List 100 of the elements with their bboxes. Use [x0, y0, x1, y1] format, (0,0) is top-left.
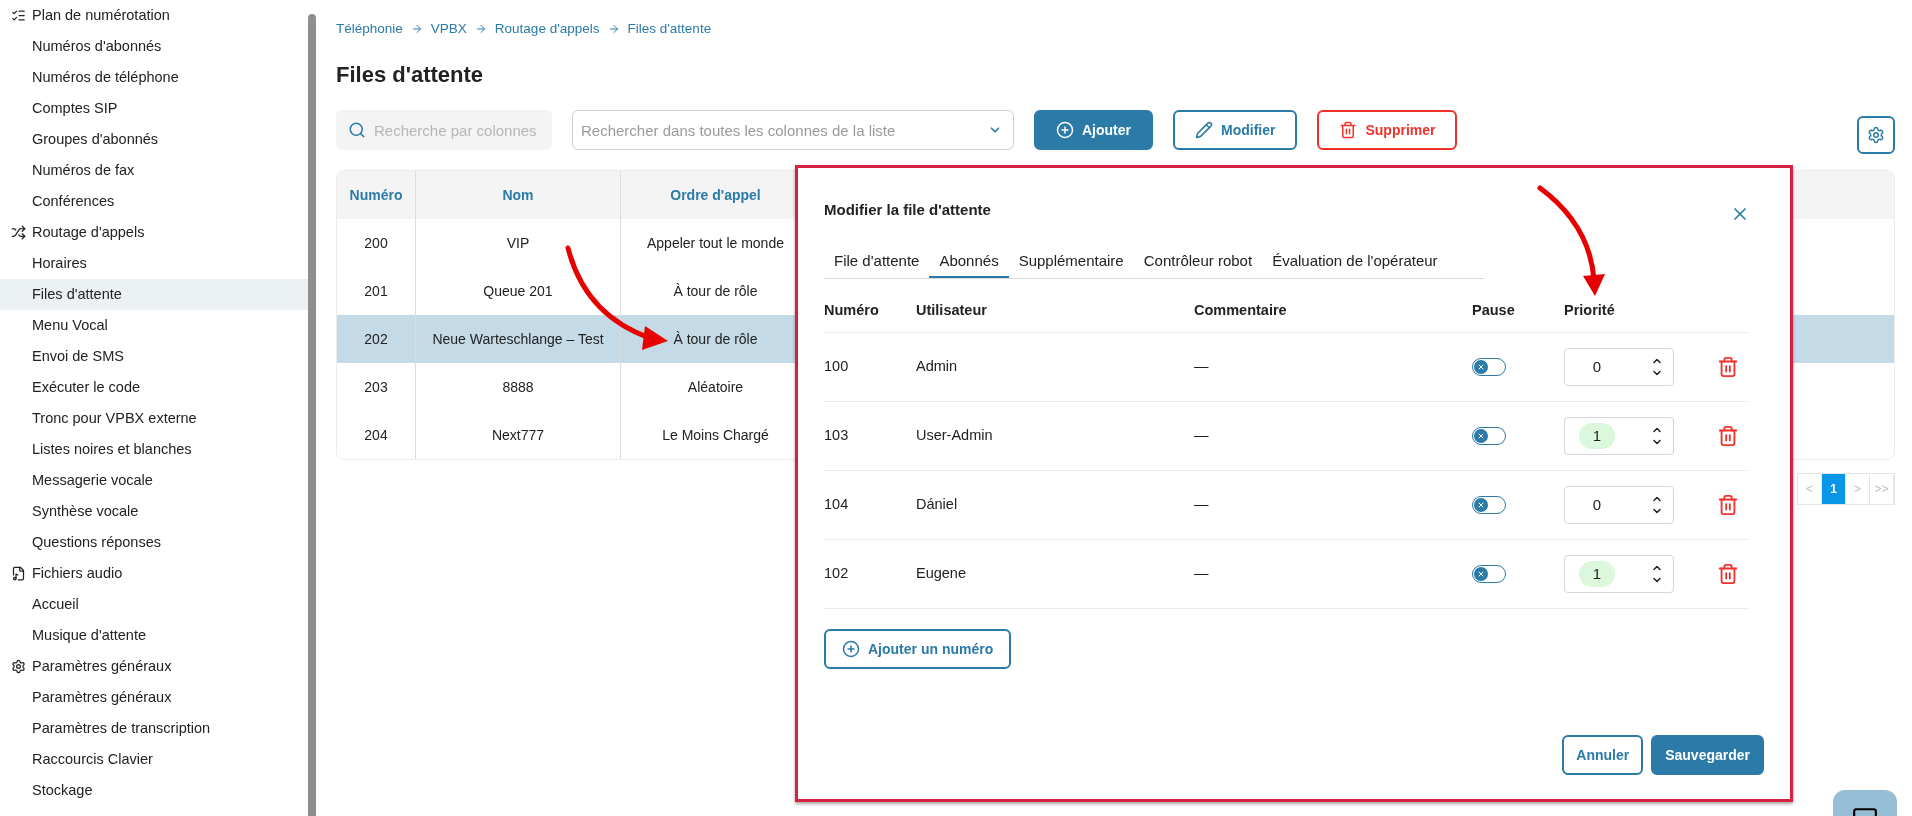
- user-cell-text: Admin: [916, 357, 959, 377]
- pause-toggle[interactable]: [1472, 358, 1506, 376]
- x-icon: [1477, 432, 1485, 440]
- search-icon: [348, 121, 366, 140]
- column-header: Utilisateur: [916, 300, 988, 320]
- x-icon: [1477, 501, 1485, 509]
- priority-value: 1: [1579, 561, 1615, 587]
- user-cell-text: Eugene: [916, 564, 967, 584]
- sidebar-item[interactable]: Conférences: [0, 186, 308, 217]
- settings-icon: [11, 659, 26, 674]
- column-header: Numéro: [824, 300, 880, 320]
- dialog-title: Modifier la file d'attente: [824, 199, 991, 220]
- column-header: Pause: [1472, 300, 1516, 320]
- x-icon: [1477, 570, 1485, 578]
- music-file-icon: [11, 566, 26, 581]
- column-header: Priorité: [1564, 300, 1616, 320]
- breadcrumb-link[interactable]: Téléphonie: [336, 19, 403, 40]
- priority-spinner[interactable]: 1: [1564, 555, 1674, 593]
- add-button[interactable]: Ajouter: [1034, 110, 1153, 151]
- table-cell: Next777: [416, 411, 621, 460]
- sidebar-item[interactable]: Numéros de fax: [0, 155, 308, 186]
- breadcrumb-link[interactable]: Files d'attente: [627, 19, 712, 40]
- sidebar-item[interactable]: Numéros d'abonnés: [0, 31, 308, 62]
- comment-cell-text: —: [1194, 357, 1210, 377]
- pause-toggle[interactable]: [1472, 427, 1506, 445]
- x-icon: [1477, 363, 1485, 371]
- dialog-tab[interactable]: File d'attente: [824, 246, 930, 278]
- settings-icon: [1867, 126, 1885, 145]
- number-cell-text: 104: [824, 495, 850, 515]
- sidebar-item[interactable]: Messagerie vocale: [0, 465, 308, 496]
- pencil-icon: [1195, 121, 1213, 140]
- arrow-right-icon: [410, 23, 423, 36]
- sidebar-item[interactable]: Paramètres de transcription: [0, 713, 308, 744]
- priority-spinner[interactable]: 0: [1564, 486, 1674, 524]
- sidebar-item[interactable]: Stockage: [0, 775, 308, 806]
- number-cell-text: 102: [824, 564, 850, 584]
- comment-cell-text: —: [1194, 426, 1210, 446]
- priority-spinner[interactable]: 1: [1564, 417, 1674, 455]
- delete-row-button[interactable]: [1717, 425, 1739, 447]
- sidebar-group-label[interactable]: Paramètres généraux: [32, 655, 172, 678]
- sidebar-item[interactable]: Musique d'attente: [0, 620, 308, 651]
- delete-button[interactable]: Supprimer: [1317, 110, 1458, 151]
- cancel-button[interactable]: Annuler: [1562, 735, 1644, 775]
- trash-icon: [1717, 494, 1739, 516]
- number-cell-text: 100: [824, 357, 850, 377]
- priority-value: 0: [1591, 494, 1603, 515]
- list-icon: [11, 8, 26, 23]
- settings-button[interactable]: [1857, 116, 1895, 155]
- dialog-tab[interactable]: Abonnés: [929, 246, 1009, 278]
- trash-icon: [1717, 563, 1739, 585]
- arrow-right-icon: [607, 23, 620, 36]
- user-cell-text: Dániel: [916, 495, 959, 515]
- sidebar-item[interactable]: Exécuter le code: [0, 372, 308, 403]
- priority-spinner[interactable]: 0: [1564, 348, 1674, 386]
- sidebar-item[interactable]: Accueil: [0, 589, 308, 620]
- edit-button[interactable]: Modifier: [1173, 110, 1298, 151]
- delete-row-button[interactable]: [1717, 494, 1739, 516]
- trash-icon: [1717, 356, 1739, 378]
- delete-row-button[interactable]: [1717, 356, 1739, 378]
- sidebar-group-label[interactable]: Routage d'appels: [32, 221, 145, 244]
- sidebar-item[interactable]: Paramètres généraux: [0, 682, 308, 713]
- comment-cell-text: —: [1194, 564, 1210, 584]
- sidebar-item[interactable]: Raccourcis Clavier: [0, 744, 308, 775]
- priority-value: 0: [1591, 356, 1603, 377]
- dialog-tab[interactable]: Contrôleur robot: [1133, 246, 1263, 278]
- add-number-button[interactable]: Ajouter un numéro: [824, 629, 1012, 669]
- sidebar-group-label[interactable]: Plan de numérotation: [32, 4, 170, 27]
- pause-toggle[interactable]: [1472, 565, 1506, 583]
- trash-icon: [1717, 425, 1739, 447]
- sidebar-item[interactable]: Envoi de SMS: [0, 341, 308, 372]
- list-search-dropdown[interactable]: Rechercher dans toutes les colonnes de la liste: [572, 110, 1014, 151]
- column-header: Commentaire: [1194, 300, 1288, 320]
- sidebar-item[interactable]: Listes noires et blanches: [0, 434, 308, 465]
- comment-cell-text: —: [1194, 495, 1210, 515]
- breadcrumb-link[interactable]: Routage d'appels: [494, 19, 600, 40]
- scrollbar[interactable]: [308, 14, 316, 816]
- delete-row-button[interactable]: [1717, 563, 1739, 585]
- sidebar-item[interactable]: Groupes d'abonnés: [0, 124, 308, 155]
- breadcrumb-link[interactable]: VPBX: [430, 19, 467, 40]
- sidebar-item[interactable]: Numéros de téléphone: [0, 62, 308, 93]
- save-button[interactable]: Sauvegarder: [1651, 735, 1764, 775]
- sidebar-item[interactable]: Files d'attente: [0, 279, 308, 310]
- sidebar-item[interactable]: Comptes SIP: [0, 93, 308, 124]
- plus-circle-icon: [842, 640, 860, 658]
- sidebar-item[interactable]: Horaires: [0, 248, 308, 279]
- number-cell-text: 103: [824, 426, 850, 446]
- sidebar-group-label[interactable]: Fichiers audio: [32, 562, 123, 585]
- user-cell-text: User-Admin: [916, 426, 994, 446]
- priority-value: 1: [1579, 423, 1615, 449]
- sidebar-item[interactable]: Questions réponses: [0, 527, 308, 558]
- arrow-right-icon: [474, 23, 487, 36]
- pause-toggle[interactable]: [1472, 496, 1506, 514]
- sidebar-item[interactable]: Tronc pour VPBX externe: [0, 403, 308, 434]
- sidebar-item[interactable]: Synthèse vocale: [0, 496, 308, 527]
- column-search-field[interactable]: Recherche par colonnes: [336, 110, 552, 151]
- plus-circle-icon: [1056, 121, 1074, 140]
- dialog-tab[interactable]: Supplémentaire: [1008, 246, 1134, 278]
- sidebar-item[interactable]: Menu Vocal: [0, 310, 308, 341]
- dialog-tab[interactable]: Évaluation de l'opérateur: [1262, 246, 1448, 278]
- page-title: Files d'attente: [336, 61, 485, 90]
